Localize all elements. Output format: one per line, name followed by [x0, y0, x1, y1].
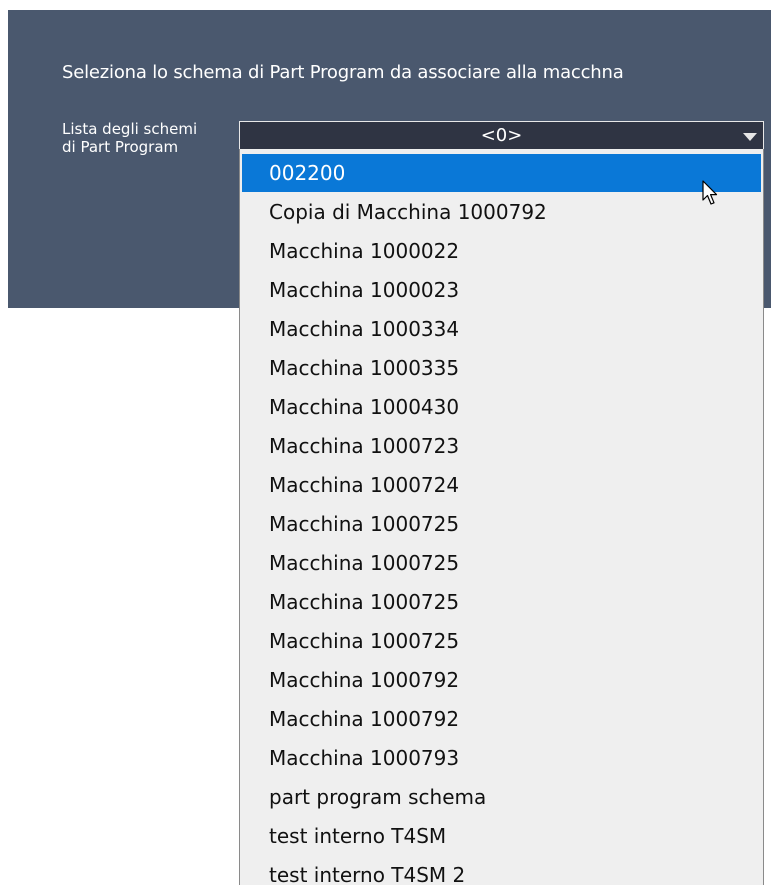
schema-select[interactable]: <0> [239, 121, 764, 149]
schema-list-label-line1: Lista degli schemi [62, 120, 198, 138]
schema-list-label-line2: di Part Program [62, 138, 179, 156]
dropdown-option[interactable]: part program schema [242, 778, 761, 816]
dropdown-option[interactable]: Macchina 1000724 [242, 466, 761, 504]
schema-select-value: <0> [480, 125, 523, 146]
schema-list-label: Lista degli schemi di Part Program [62, 120, 234, 156]
dropdown-option[interactable]: Macchina 1000430 [242, 388, 761, 426]
dropdown-option[interactable]: Macchina 1000335 [242, 349, 761, 387]
dropdown-option[interactable]: Macchina 1000725 [242, 544, 761, 582]
dropdown-option[interactable]: Copia di Macchina 1000792 [242, 193, 761, 231]
page: Seleziona lo schema di Part Program da a… [0, 0, 771, 885]
dropdown-option[interactable]: Macchina 1000792 [242, 700, 761, 738]
dropdown-option[interactable]: test interno T4SM 2 [242, 856, 761, 885]
chevron-down-icon[interactable] [743, 133, 757, 141]
dropdown-option[interactable]: Macchina 1000793 [242, 739, 761, 777]
dropdown-option[interactable]: Macchina 1000725 [242, 622, 761, 660]
instruction-text: Seleziona lo schema di Part Program da a… [62, 62, 624, 83]
dropdown-option[interactable]: Macchina 1000792 [242, 661, 761, 699]
dropdown-option[interactable]: Macchina 1000723 [242, 427, 761, 465]
schema-dropdown-list[interactable]: 002200 Copia di Macchina 1000792 Macchina … [239, 149, 764, 885]
dropdown-option[interactable]: Macchina 1000725 [242, 583, 761, 621]
dropdown-option[interactable]: Macchina 1000334 [242, 310, 761, 348]
dropdown-option[interactable]: 002200 [242, 154, 761, 192]
dropdown-option[interactable]: Macchina 1000023 [242, 271, 761, 309]
dropdown-option[interactable]: Macchina 1000725 [242, 505, 761, 543]
dropdown-option[interactable]: Macchina 1000022 [242, 232, 761, 270]
dropdown-option[interactable]: test interno T4SM [242, 817, 761, 855]
